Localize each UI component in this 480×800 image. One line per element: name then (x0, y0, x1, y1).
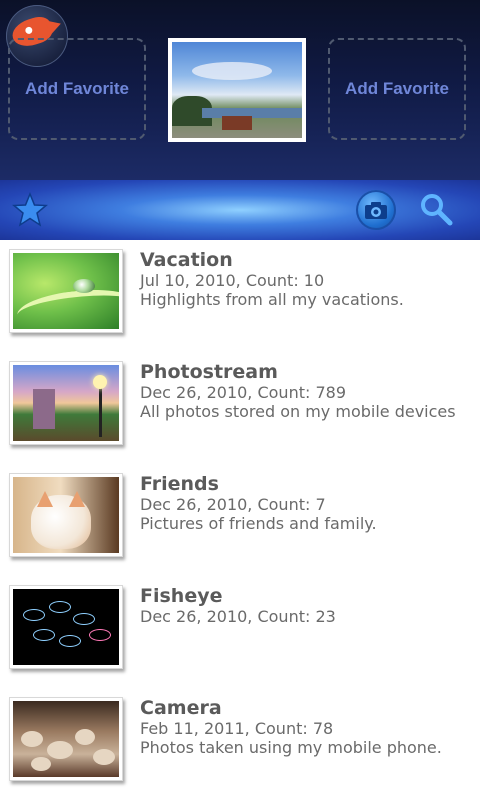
album-item-friends[interactable]: Friends Dec 26, 2010, Count: 7 Pictures … (0, 464, 480, 576)
album-item-photostream[interactable]: Photostream Dec 26, 2010, Count: 789 All… (0, 352, 480, 464)
album-list: Vacation Jul 10, 2010, Count: 10 Highlig… (0, 240, 480, 800)
search-icon[interactable] (418, 192, 454, 228)
album-subtitle: Dec 26, 2010, Count: 23 (140, 607, 336, 626)
album-thumbnail (9, 361, 123, 445)
album-subtitle: Feb 11, 2011, Count: 78 (140, 719, 334, 738)
album-thumbnail (9, 697, 123, 781)
album-item-vacation[interactable]: Vacation Jul 10, 2010, Count: 10 Highlig… (0, 240, 480, 352)
album-title: Vacation (140, 249, 233, 271)
add-favorite-label: Add Favorite (25, 79, 129, 98)
add-favorite-slot-right[interactable]: Add Favorite (328, 38, 466, 140)
album-subtitle: Jul 10, 2010, Count: 10 (140, 271, 325, 290)
album-thumbnail (9, 585, 123, 669)
star-icon[interactable] (12, 192, 48, 228)
add-favorite-slot-left[interactable]: Add Favorite (8, 38, 146, 140)
album-title: Fisheye (140, 585, 223, 607)
camera-button[interactable] (356, 190, 396, 230)
favorites-area: Add Favorite Add Favorite (0, 0, 480, 180)
camera-icon (365, 202, 387, 219)
album-item-fisheye[interactable]: Fisheye Dec 26, 2010, Count: 23 (0, 576, 480, 688)
album-title: Friends (140, 473, 219, 495)
album-thumbnail (9, 249, 123, 333)
album-title: Photostream (140, 361, 278, 383)
album-thumbnail (9, 473, 123, 557)
album-description: Pictures of friends and family. (140, 514, 377, 533)
album-description: Photos taken using my mobile phone. (140, 738, 442, 757)
album-title: Camera (140, 697, 222, 719)
album-subtitle: Dec 26, 2010, Count: 7 (140, 495, 326, 514)
favorite-photo[interactable] (168, 38, 306, 142)
add-favorite-label: Add Favorite (345, 79, 449, 98)
favorite-photo-image (172, 42, 302, 138)
album-description: Highlights from all my vacations. (140, 290, 404, 309)
album-item-camera[interactable]: Camera Feb 11, 2011, Count: 78 Photos ta… (0, 688, 480, 800)
album-description: All photos stored on my mobile devices (140, 402, 456, 421)
album-subtitle: Dec 26, 2010, Count: 789 (140, 383, 346, 402)
toolbar (0, 180, 480, 240)
